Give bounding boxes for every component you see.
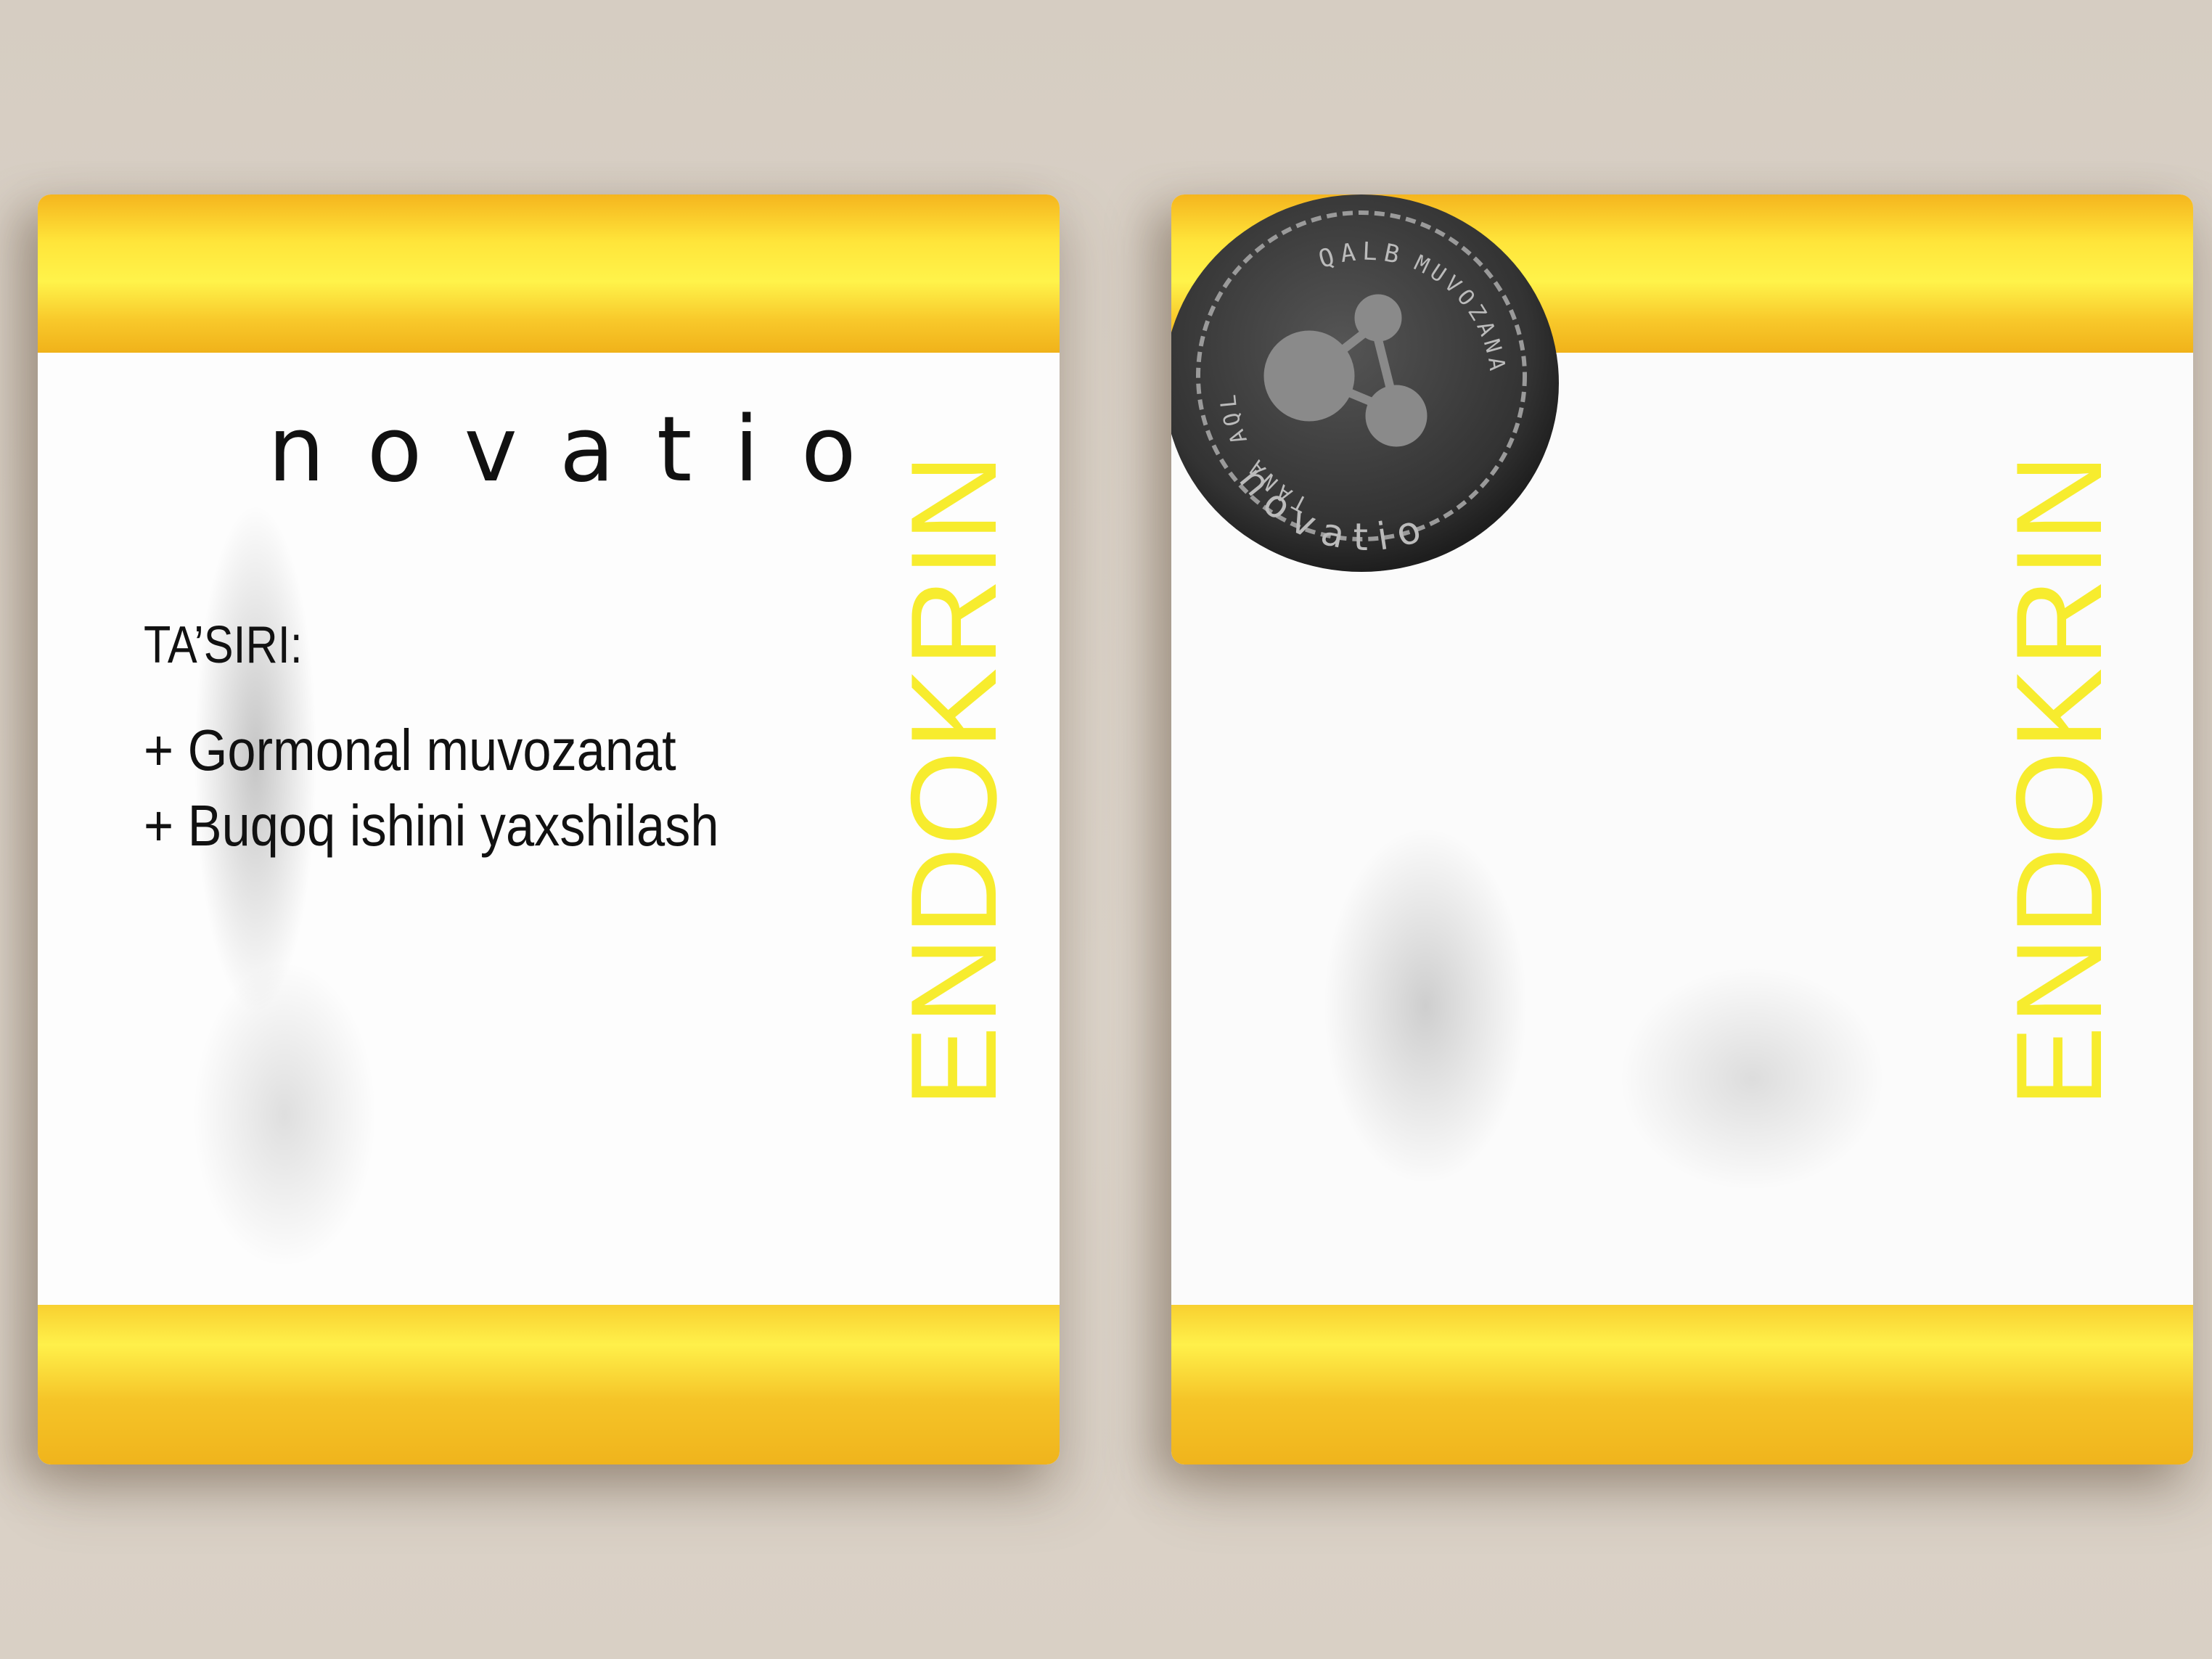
- wax-seal: QALB MUVOZANATI TANA AQL novatio: [1171, 194, 1559, 572]
- product-name: ENDOKRIN: [885, 452, 1022, 1107]
- brand-logo: novatio: [268, 398, 898, 502]
- effects-title: TA’SIRI:: [144, 616, 303, 674]
- top-seal-band: [38, 194, 1060, 353]
- bottom-seal-band: [38, 1305, 1060, 1465]
- effect-item: + Buqoq ishini yaxshilash: [144, 793, 719, 858]
- effect-item: + Gormonal muvozanat: [144, 718, 676, 782]
- product-name: ENDOKRIN: [1991, 452, 2127, 1107]
- bottom-seal-band: [1171, 1305, 2193, 1465]
- back-pouch: QALB MUVOZANATI TANA AQL novatio ENDOKRI…: [1171, 194, 2193, 1465]
- front-pouch: novatio TA’SIRI: + Gormonal muvozanat + …: [38, 194, 1060, 1465]
